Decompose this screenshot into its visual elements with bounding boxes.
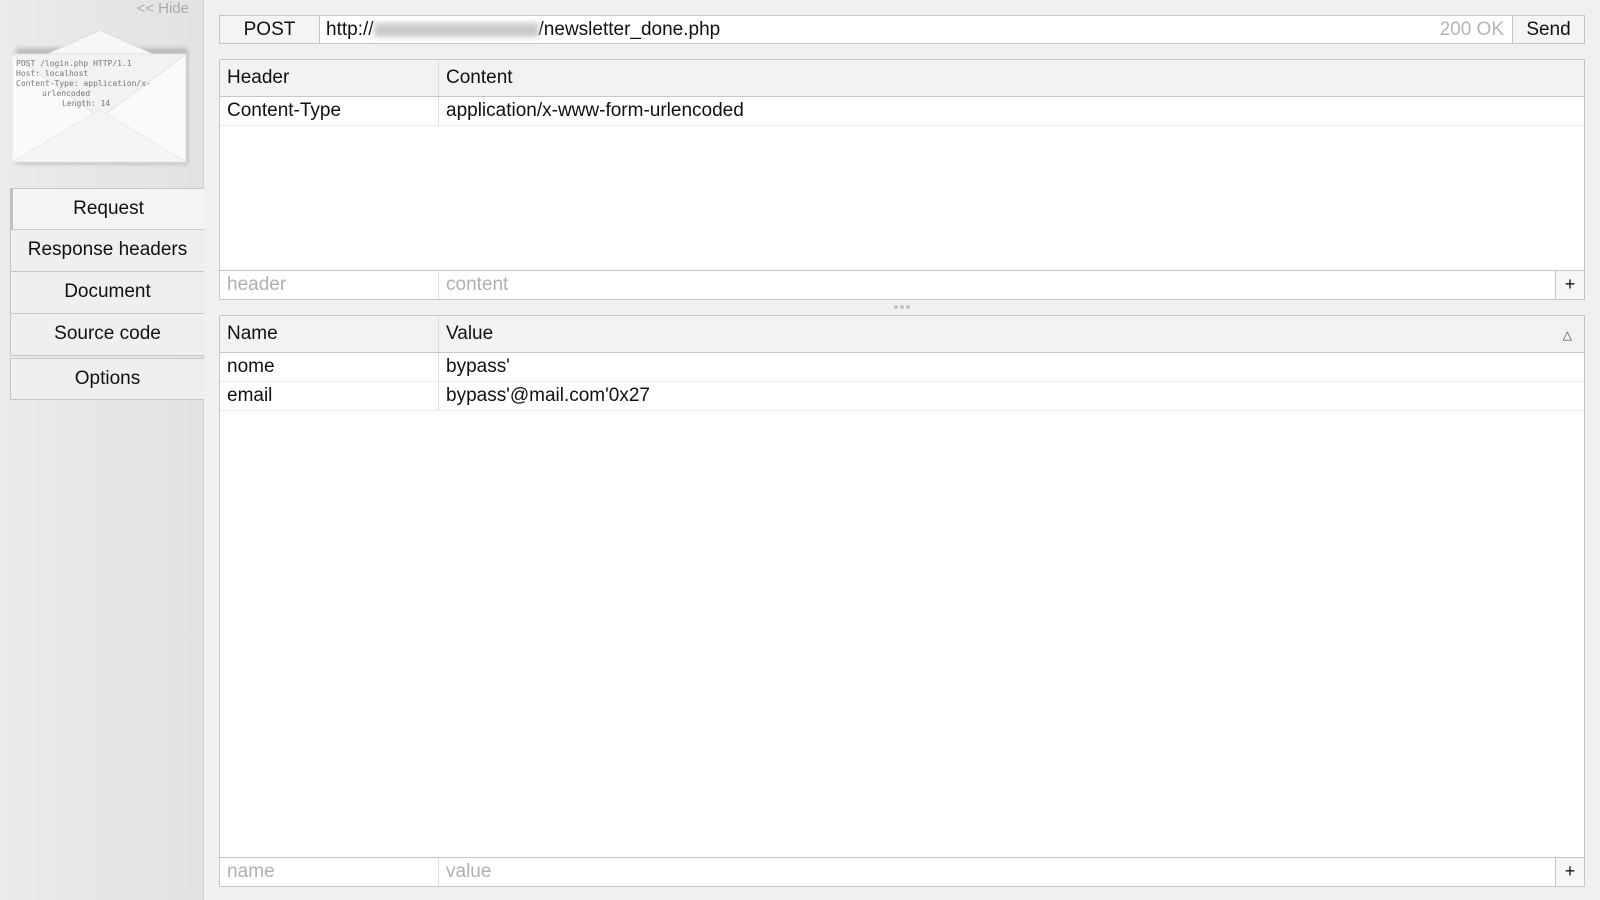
nav-item-request[interactable]: Request bbox=[10, 188, 204, 230]
table-row[interactable]: nome bypass' bbox=[220, 353, 1584, 382]
column-header-header[interactable]: Header bbox=[220, 60, 439, 96]
url-suffix: /newsletter_done.php bbox=[538, 19, 721, 40]
request-headers-table: Header Content Content-Type application/… bbox=[219, 59, 1585, 300]
param-name-cell[interactable]: email bbox=[220, 382, 439, 410]
sort-triangle-icon[interactable]: △ bbox=[1563, 328, 1572, 342]
sidebar: << Hide POST /login.php HTTP/1.1 Host: l… bbox=[0, 0, 204, 900]
hide-sidebar-link[interactable]: << Hide bbox=[136, 0, 189, 17]
url-bar: POST http:///newsletter_done.php 200 OK … bbox=[219, 15, 1585, 44]
send-button[interactable]: Send bbox=[1512, 16, 1584, 43]
logo-line: urlencoded bbox=[42, 89, 90, 98]
panel-splitter-handle[interactable] bbox=[219, 301, 1585, 313]
add-param-button[interactable]: + bbox=[1555, 858, 1584, 886]
table-header: Header Content bbox=[220, 60, 1584, 97]
header-value-cell[interactable]: application/x-www-form-urlencoded bbox=[439, 97, 1584, 125]
main-area: POST http:///newsletter_done.php 200 OK … bbox=[219, 15, 1585, 887]
column-header-value[interactable]: Value bbox=[439, 316, 1584, 352]
table-row[interactable]: Content-Type application/x-www-form-urle… bbox=[220, 97, 1584, 126]
param-value-cell[interactable]: bypass' bbox=[439, 353, 1584, 381]
column-header-content[interactable]: Content bbox=[439, 60, 1584, 96]
table-header: Name Value △ bbox=[220, 316, 1584, 353]
redacted-host bbox=[373, 22, 539, 37]
nav-item-source-code[interactable]: Source code bbox=[10, 314, 204, 356]
logo-line: Content-Type: application/x- bbox=[16, 79, 151, 88]
table-row[interactable]: email bypass'@mail.com'0x27 bbox=[220, 382, 1584, 411]
logo-line: POST /login.php HTTP/1.1 bbox=[16, 59, 132, 68]
post-params-table: Name Value △ nome bypass' email bypass'@… bbox=[219, 315, 1585, 887]
column-header-name[interactable]: Name bbox=[220, 316, 439, 352]
nav-item-options[interactable]: Options bbox=[10, 358, 204, 400]
param-name-input[interactable] bbox=[220, 858, 439, 886]
param-name-cell[interactable]: nome bbox=[220, 353, 439, 381]
param-value-cell[interactable]: bypass'@mail.com'0x27 bbox=[439, 382, 1584, 410]
logo-line: Host: localhost bbox=[16, 69, 88, 78]
url-input[interactable]: http:// /newsletter_done.php 200 OK bbox=[320, 16, 1512, 43]
method-selector[interactable]: POST bbox=[220, 16, 320, 43]
header-content-input[interactable] bbox=[439, 271, 1555, 299]
nav-item-response-headers[interactable]: Response headers bbox=[10, 230, 204, 272]
url-prefix: http:// bbox=[326, 19, 374, 40]
add-param-row: + bbox=[220, 857, 1584, 886]
header-name-input[interactable] bbox=[220, 271, 439, 299]
envelope-logo-icon: POST /login.php HTTP/1.1 Host: localhost… bbox=[10, 29, 190, 168]
sidebar-nav: Request Response headers Document Source… bbox=[10, 188, 204, 400]
header-name-cell[interactable]: Content-Type bbox=[220, 97, 439, 125]
nav-item-document[interactable]: Document bbox=[10, 272, 204, 314]
add-header-button[interactable]: + bbox=[1555, 271, 1584, 299]
status-text: 200 OK bbox=[1439, 19, 1504, 40]
add-header-row: + bbox=[220, 270, 1584, 299]
logo-line: Length: 14 bbox=[62, 99, 110, 108]
param-value-input[interactable] bbox=[439, 858, 1555, 886]
